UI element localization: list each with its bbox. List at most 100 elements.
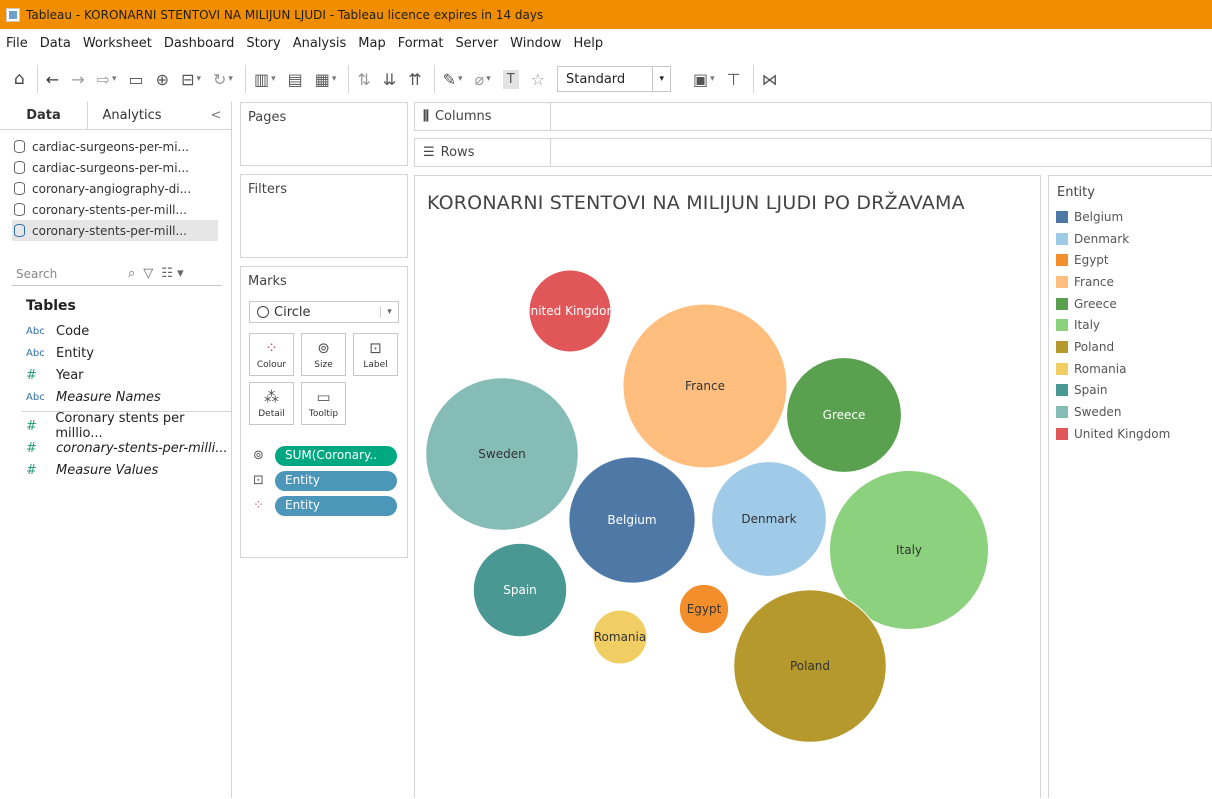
new-worksheet-icon[interactable]: ▥ ▾ [254, 70, 276, 89]
menu-format[interactable]: Format [398, 36, 444, 51]
label-pill[interactable]: Entity [275, 470, 397, 491]
legend-item-spain[interactable]: Spain [1049, 380, 1212, 402]
number-type-icon: # [26, 462, 37, 478]
window-title: Tableau - KORONARNI STENTOVI NA MILIJUN … [26, 7, 544, 22]
menu-dashboard[interactable]: Dashboard [164, 36, 235, 51]
view-options-icon[interactable]: ☷ ▾ [161, 266, 183, 281]
cards-column: Pages Filters Marks Circle ▾ ⁘ Colour ⊚ Si… [240, 102, 408, 566]
datasource-item[interactable]: coronary-stents-per-mill... [14, 199, 231, 220]
detail-button[interactable]: ⁂ Detail [249, 382, 294, 425]
menu-data[interactable]: Data [40, 36, 71, 51]
field-coronary-stents-count[interactable]: # coronary-stents-per-milli... [26, 437, 232, 459]
legend-item-poland[interactable]: Poland [1049, 336, 1212, 358]
legend-item-denmark[interactable]: Denmark [1049, 228, 1212, 250]
menu-worksheet[interactable]: Worksheet [83, 36, 152, 51]
sort-ascending-icon[interactable]: ⇊ [383, 70, 396, 89]
datasource-item-active[interactable]: coronary-stents-per-mill... [12, 220, 218, 241]
legend-item-sweden[interactable]: Sweden [1049, 401, 1212, 423]
string-type-icon: Abc [26, 347, 45, 359]
field-entity[interactable]: Abc Entity [26, 342, 232, 364]
menu-map[interactable]: Map [358, 36, 385, 51]
colour-pill[interactable]: Entity [275, 495, 397, 516]
highlight-icon[interactable]: ✎ ▾ [443, 70, 463, 89]
legend-label: Poland [1074, 339, 1115, 354]
columns-shelf[interactable]: ⫼ Columns [414, 102, 1212, 131]
menu-story[interactable]: Story [246, 36, 280, 51]
collapse-pane-icon[interactable]: < [201, 102, 231, 129]
bubble-label-belgium: Belgium [607, 513, 656, 527]
filters-card[interactable]: Filters [240, 174, 408, 258]
legend-item-egypt[interactable]: Egypt [1049, 249, 1212, 271]
show-cards-icon[interactable]: ▣ ▾ [693, 70, 715, 89]
home-icon[interactable]: ⌂ [14, 69, 25, 89]
mark-type-value: Circle [274, 304, 311, 320]
redo-icon[interactable]: → [71, 70, 84, 89]
string-type-icon: Abc [26, 391, 45, 403]
colour-icon: ⁘ [253, 498, 264, 513]
save-icon[interactable]: ▭ [129, 70, 144, 89]
legend-item-united-kingdom[interactable]: United Kingdom [1049, 423, 1212, 445]
fix-axes-icon[interactable]: ☆ [531, 70, 545, 89]
tab-data[interactable]: Data [0, 102, 88, 129]
field-year[interactable]: # Year [26, 364, 232, 386]
rows-shelf[interactable]: ☰ Rows [414, 138, 1212, 167]
datasource-item[interactable]: cardiac-surgeons-per-mi... [14, 157, 231, 178]
replace-data-icon[interactable]: ⇨ ▾ [97, 70, 117, 89]
new-datasource-icon[interactable]: ⊕ [156, 70, 169, 89]
toolbar-separator [433, 65, 435, 93]
presentation-mode-icon[interactable]: ⊤ [727, 70, 741, 89]
clear-sheet-icon[interactable]: ▦ ▾ [315, 70, 337, 89]
refresh-icon[interactable]: ↻ ▾ [213, 70, 233, 89]
field-measure-values[interactable]: # Measure Values [26, 459, 232, 481]
field-code[interactable]: Abc Code [26, 320, 232, 342]
colour-button[interactable]: ⁘ Colour [249, 333, 294, 376]
label-button[interactable]: ⊡ Label [353, 333, 398, 376]
legend-item-romania[interactable]: Romania [1049, 358, 1212, 380]
legend-label: Egypt [1074, 253, 1109, 268]
search-input[interactable]: Search [16, 267, 128, 281]
menu-file[interactable]: File [6, 36, 28, 51]
search-icon[interactable]: ⌕ [128, 266, 135, 281]
legend-label: United Kingdom [1074, 426, 1171, 441]
datasource-item[interactable]: coronary-angiography-di... [14, 178, 231, 199]
label-pill-row: ⊡ Entity [253, 468, 407, 493]
legend-swatch [1056, 319, 1068, 332]
legend-swatch [1056, 254, 1068, 267]
tab-analytics[interactable]: Analytics [88, 102, 176, 129]
share-icon[interactable]: ⋈ [762, 70, 778, 89]
bubble-label-spain: Spain [503, 583, 537, 597]
bubble-chart[interactable]: France Italy Poland Sweden Belgium Denmark Gre… [415, 176, 1040, 799]
bubble-label-france: France [685, 379, 725, 393]
duplicate-sheet-icon[interactable]: ▤ [288, 70, 303, 89]
field-coronary-stents[interactable]: # Coronary stents per millio... [26, 411, 232, 441]
sort-descending-icon[interactable]: ⇈ [408, 70, 421, 89]
menu-help[interactable]: Help [573, 36, 603, 51]
menu-analysis[interactable]: Analysis [293, 36, 347, 51]
worksheet-view[interactable]: KORONARNI STENTOVI NA MILIJUN LJUDI PO D… [414, 175, 1041, 798]
pause-updates-icon[interactable]: ⊟ ▾ [181, 70, 201, 89]
legend-item-belgium[interactable]: Belgium [1049, 206, 1212, 228]
size-button[interactable]: ⊚ Size [301, 333, 346, 376]
size-pill[interactable]: SUM(Coronary.. [275, 445, 397, 466]
legend-item-france[interactable]: France [1049, 271, 1212, 293]
datasource-item[interactable]: cardiac-surgeons-per-mi... [14, 136, 231, 157]
mark-type-select[interactable]: Circle ▾ [249, 301, 399, 323]
group-members-icon[interactable]: ⌀ ▾ [475, 70, 491, 89]
field-search[interactable]: Search ⌕ ▽ ☷ ▾ [12, 262, 222, 286]
legend-item-greece[interactable]: Greece [1049, 293, 1212, 315]
label-icon: ⊡ [369, 339, 382, 357]
fit-select[interactable]: Standard ▾ [557, 66, 672, 92]
pages-card[interactable]: Pages [240, 102, 408, 166]
mark-buttons: ⁘ Colour ⊚ Size ⊡ Label ⁂ Detail ▭ Tooltip [249, 333, 407, 425]
menu-server[interactable]: Server [456, 36, 499, 51]
size-button-label: Size [314, 360, 333, 370]
filter-icon[interactable]: ▽ [143, 266, 153, 281]
undo-icon[interactable]: ← [46, 70, 59, 89]
tooltip-button[interactable]: ▭ Tooltip [301, 382, 346, 425]
swap-rows-columns-icon[interactable]: ⇅ [357, 70, 370, 89]
legend-item-italy[interactable]: Italy [1049, 314, 1212, 336]
show-mark-labels-icon[interactable]: T [502, 69, 519, 89]
colour-icon: ⁘ [265, 339, 278, 357]
menu-window[interactable]: Window [510, 36, 561, 51]
field-measure-names[interactable]: Abc Measure Names [26, 386, 232, 408]
